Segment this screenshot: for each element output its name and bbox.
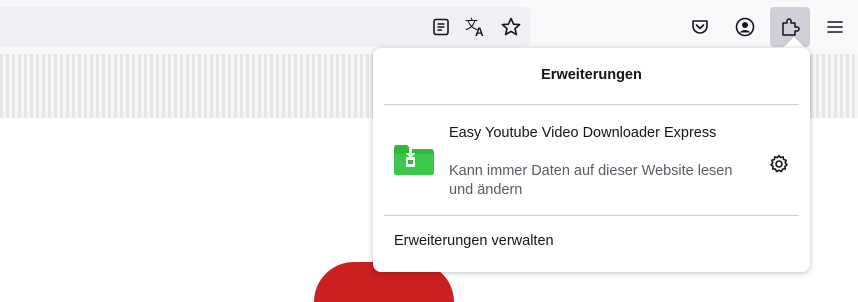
url-bar[interactable]: 文 A	[0, 7, 530, 47]
account-icon[interactable]	[729, 11, 761, 43]
translate-icon[interactable]: 文 A	[460, 11, 492, 43]
pocket-icon[interactable]	[684, 11, 716, 43]
extension-description: Kann immer Daten auf dieser Website lese…	[449, 163, 733, 198]
divider	[384, 104, 799, 105]
star-icon[interactable]	[495, 11, 527, 43]
panel-title: Erweiterungen	[541, 67, 642, 83]
gear-icon[interactable]	[763, 148, 795, 180]
manage-extensions-button[interactable]: Erweiterungen verwalten	[394, 233, 554, 249]
svg-text:A: A	[475, 25, 484, 37]
extension-name: Easy Youtube Video Downloader Express	[449, 125, 717, 141]
divider	[384, 215, 799, 216]
browser-toolbar: 文 A	[0, 0, 858, 54]
hamburger-menu-icon[interactable]	[819, 11, 851, 43]
green-folder-download-icon	[393, 144, 435, 181]
extension-item[interactable]: Easy Youtube Video Downloader Express Ka…	[384, 112, 799, 208]
reader-view-icon[interactable]	[425, 11, 457, 43]
extensions-panel: Erweiterungen Easy Youtube Video Downloa…	[373, 48, 810, 272]
